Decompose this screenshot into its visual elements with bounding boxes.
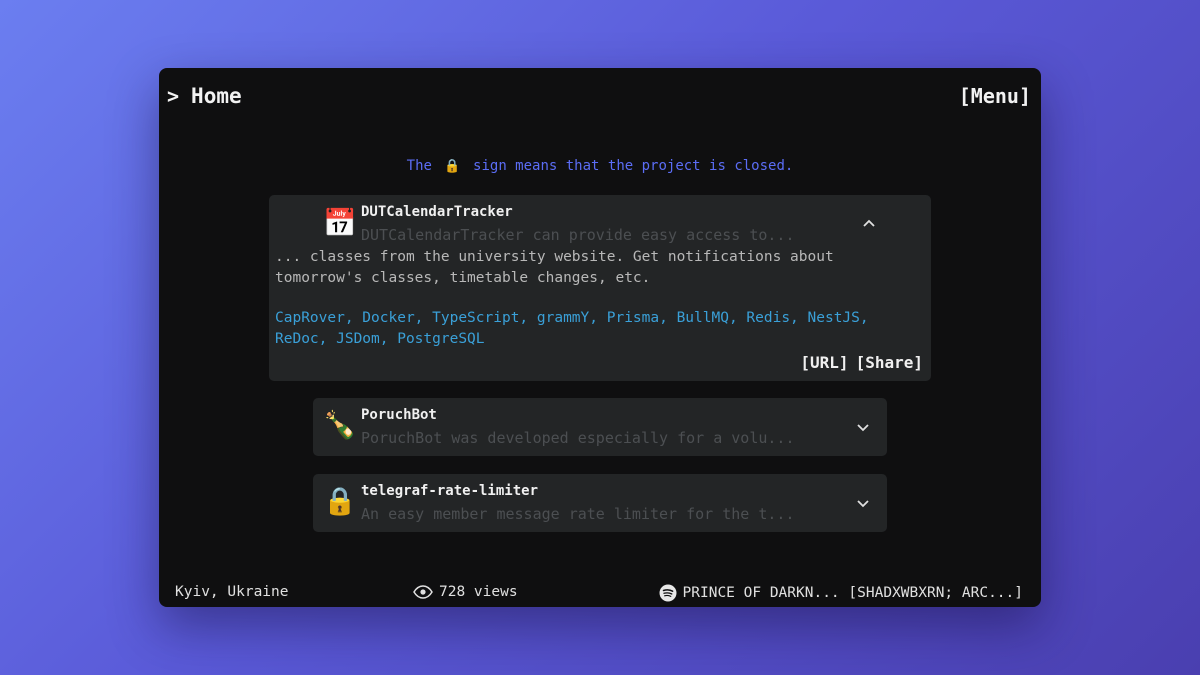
chevron-right-icon: > (167, 84, 180, 108)
lock-icon: 🔒 (323, 486, 357, 517)
expand-icon[interactable] (853, 493, 873, 513)
champagne-icon: 🍾 (323, 410, 357, 441)
share-link[interactable]: [Share] (856, 353, 923, 372)
now-playing[interactable]: PRINCE OF DARKN... [SHADXWBXRN; ARC...] (659, 584, 1023, 602)
project-card-poruchbot[interactable]: 🍾 PoruchBot PoruchBot was developed espe… (313, 398, 887, 456)
calendar-icon: 📅 (323, 208, 357, 239)
project-title: DUTCalendarTracker (361, 204, 513, 220)
menu-button[interactable]: [Menu] (959, 84, 1031, 108)
project-title: PoruchBot (361, 407, 437, 423)
collapse-icon[interactable] (859, 214, 879, 234)
url-link[interactable]: [URL] (800, 353, 848, 372)
expand-icon[interactable] (853, 417, 873, 437)
footer: Kyiv, Ukraine 728 views PRINCE OF DARKN.… (175, 584, 1023, 602)
lock-icon: 🔒 (444, 159, 461, 174)
breadcrumb[interactable]: > Home (167, 84, 242, 108)
project-description: DUTCalendarTracker can provide easy acce… (361, 226, 795, 244)
project-description: An easy member message rate limiter for … (361, 505, 795, 523)
notice-text-start: The (406, 158, 432, 174)
page-title: Home (191, 84, 242, 108)
closed-project-notice: The 🔒 sign means that the project is clo… (159, 158, 1041, 174)
eye-icon (413, 585, 433, 599)
project-full-description: ... classes from the university website.… (275, 249, 834, 286)
now-playing-track: PRINCE OF DARKN... [SHADXWBXRN; ARC...] (682, 585, 1023, 601)
location-label: Kyiv, Ukraine (175, 584, 289, 600)
app-window: > Home [Menu] The 🔒 sign means that the … (159, 68, 1041, 607)
project-links: [URL] [Share] (800, 353, 923, 372)
project-tech-stack: CapRover, Docker, TypeScript, grammY, Pr… (275, 310, 869, 347)
spotify-icon (659, 584, 677, 602)
project-description: PoruchBot was developed especially for a… (361, 429, 795, 447)
top-bar: > Home [Menu] (167, 82, 1031, 110)
notice-text-end: sign means that the project is closed. (473, 158, 794, 174)
view-counter: 728 views (413, 584, 518, 600)
project-card-telegraf-rate-limiter[interactable]: 🔒 telegraf-rate-limiter An easy member m… (313, 474, 887, 532)
project-title: telegraf-rate-limiter (361, 483, 539, 499)
views-count: 728 views (439, 584, 518, 600)
project-card-dutcalendartracker[interactable]: 📅 DUTCalendarTracker DUTCalendarTracker … (269, 195, 931, 381)
